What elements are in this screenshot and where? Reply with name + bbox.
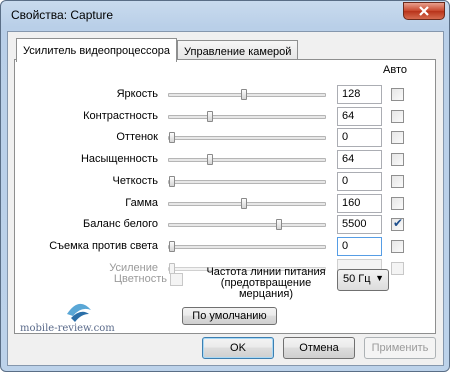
property-slider[interactable]: [168, 154, 326, 165]
chevron-down-icon: ▼: [375, 273, 384, 283]
auto-checkbox[interactable]: [391, 197, 404, 210]
property-value-field[interactable]: 5500: [337, 215, 382, 234]
auto-checkbox[interactable]: [391, 153, 404, 166]
close-icon: [419, 6, 429, 16]
defaults-button-label: По умолчанию: [192, 310, 267, 322]
auto-checkbox[interactable]: [391, 110, 404, 123]
property-label: Гамма: [125, 197, 158, 209]
slider-thumb[interactable]: [241, 89, 247, 100]
auto-checkbox[interactable]: [391, 262, 404, 275]
property-value-field[interactable]: 0: [337, 172, 382, 191]
property-value-field[interactable]: 64: [337, 107, 382, 126]
auto-checkbox[interactable]: ✔: [391, 216, 404, 231]
property-slider[interactable]: [168, 132, 326, 143]
property-value-field[interactable]: 128: [337, 85, 382, 104]
window-title: Свойства: Capture: [11, 8, 114, 22]
property-slider[interactable]: [168, 198, 326, 209]
property-label: Контрастность: [83, 110, 158, 122]
dialog-body: Усилитель видеопроцессора Управление кам…: [7, 31, 444, 366]
defaults-button[interactable]: По умолчанию: [182, 307, 277, 325]
auto-checkbox[interactable]: [391, 175, 404, 188]
slider-thumb[interactable]: [206, 154, 213, 165]
watermark-text: mobile-review.com: [20, 323, 115, 334]
property-label: Баланс белого: [83, 218, 158, 230]
power-line-select[interactable]: 50 Гц ▼: [337, 269, 389, 291]
ok-button-label: OK: [230, 342, 246, 354]
property-label: Насыщенность: [80, 153, 158, 165]
tab-video-proc-amp[interactable]: Усилитель видеопроцессора: [16, 38, 177, 62]
slider-thumb[interactable]: [241, 198, 247, 209]
property-label: Яркость: [116, 88, 158, 100]
properties-dialog: Свойства: Capture Усилитель видеопроцесс…: [0, 0, 450, 372]
slider-thumb[interactable]: [275, 219, 282, 230]
color-label: Цветность: [113, 273, 167, 285]
property-value-field[interactable]: 0: [337, 128, 382, 147]
apply-button-label: Применить: [371, 342, 429, 354]
property-value-field[interactable]: 0: [337, 237, 382, 256]
property-value-field[interactable]: 160: [337, 194, 382, 213]
auto-checkbox[interactable]: [391, 240, 404, 253]
color-checkbox[interactable]: [170, 273, 183, 286]
slider-thumb[interactable]: [169, 132, 175, 143]
power-line-value: 50 Гц: [343, 273, 371, 285]
cancel-button[interactable]: Отмена: [283, 337, 355, 359]
tab-label: Управление камерой: [184, 45, 292, 58]
property-label: Четкость: [112, 175, 158, 187]
auto-checkbox[interactable]: [391, 88, 404, 101]
tab-label: Усилитель видеопроцессора: [23, 44, 170, 57]
property-label: Оттенок: [116, 131, 158, 143]
property-value-field[interactable]: 64: [337, 150, 382, 169]
auto-checkbox[interactable]: [391, 131, 404, 144]
power-line-text: Частота линии питания (предотвращение ме…: [206, 266, 326, 300]
slider-thumb[interactable]: [169, 241, 175, 252]
close-button[interactable]: [403, 2, 445, 20]
property-label: Съемка против света: [49, 240, 158, 252]
ok-button[interactable]: OK: [202, 337, 274, 359]
checkmark-icon: ✔: [393, 216, 404, 230]
title-bar[interactable]: Свойства: Capture: [1, 1, 449, 31]
slider-thumb[interactable]: [169, 176, 175, 187]
auto-column-header: Авто: [383, 64, 407, 76]
tab-panel: Авто Яркость 128 Контрастность 64 Оттенок 0 На…: [14, 59, 436, 334]
slider-thumb[interactable]: [206, 111, 213, 122]
apply-button[interactable]: Применить: [364, 337, 436, 359]
cancel-button-label: Отмена: [299, 342, 339, 354]
property-slider[interactable]: [168, 89, 326, 100]
property-slider[interactable]: [168, 176, 326, 187]
property-slider[interactable]: [168, 219, 326, 230]
power-line-label: Частота линии питания (предотвращение ме…: [201, 267, 331, 300]
property-slider[interactable]: [168, 241, 326, 252]
property-slider[interactable]: [168, 111, 326, 122]
